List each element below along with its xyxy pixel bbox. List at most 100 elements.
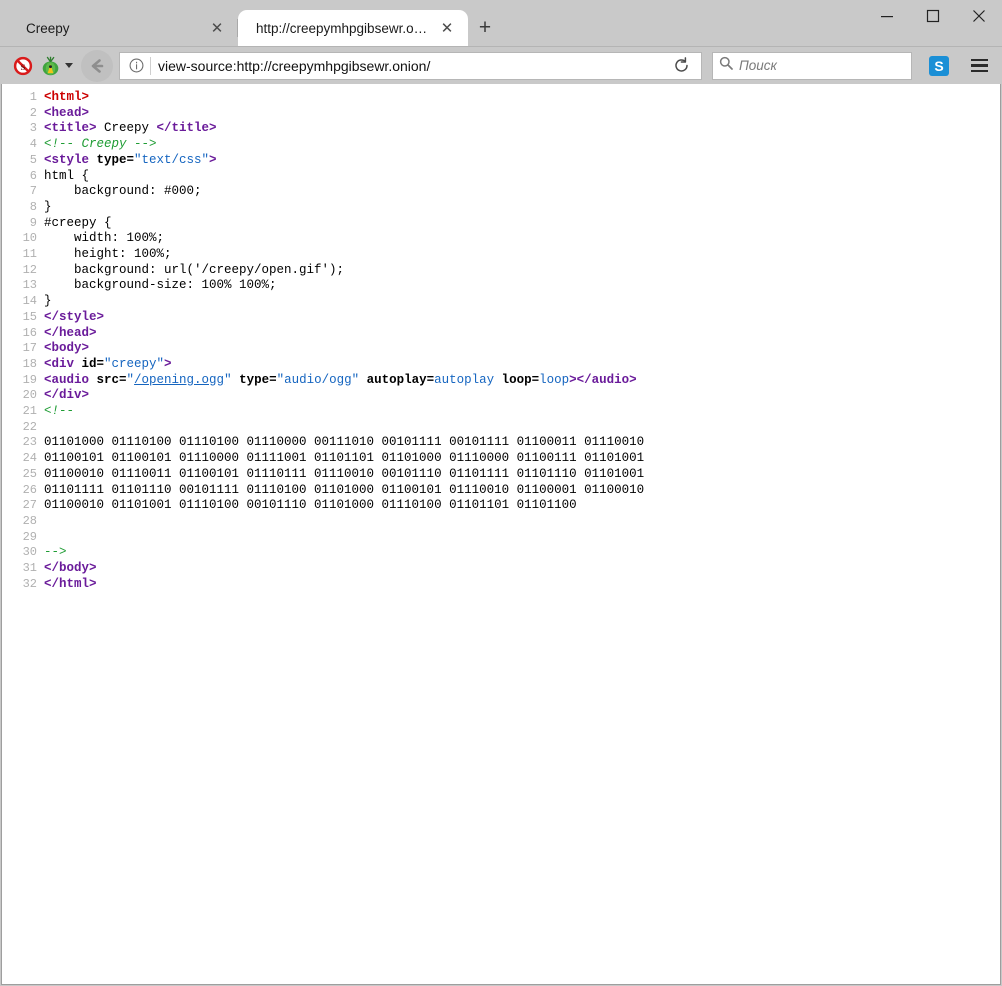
reload-button[interactable] bbox=[667, 52, 695, 80]
info-circle-icon[interactable] bbox=[126, 56, 146, 76]
source-token: " bbox=[224, 373, 232, 387]
skype-button[interactable]: S bbox=[924, 51, 954, 81]
selected-binary-text: 01100101 01100101 01110000 01111001 0110… bbox=[44, 451, 644, 465]
source-code-listing: 1<html>2<head>3<title> Creepy </title>4<… bbox=[2, 84, 1000, 593]
source-link[interactable]: /opening.ogg bbox=[134, 373, 224, 387]
source-token: "text/css" bbox=[134, 153, 209, 167]
line-code: <audio src="/opening.ogg" type="audio/og… bbox=[44, 373, 1000, 389]
tab-close-icon[interactable]: ✕ bbox=[436, 17, 458, 39]
source-line: 1<html> bbox=[2, 90, 1000, 106]
minimize-button[interactable] bbox=[864, 0, 910, 32]
source-token: > bbox=[209, 153, 217, 167]
line-code: 01101000 01110100 01110100 01110000 0011… bbox=[44, 435, 1000, 451]
source-comment: <!-- Creepy --> bbox=[44, 137, 157, 151]
back-button[interactable] bbox=[81, 50, 113, 82]
source-token: id= bbox=[74, 357, 104, 371]
line-code: <style type="text/css"> bbox=[44, 153, 1000, 169]
source-token: type= bbox=[232, 373, 277, 387]
tab-close-icon[interactable]: ✕ bbox=[206, 17, 228, 39]
source-token: loop= bbox=[494, 373, 539, 387]
noscript-icon: S bbox=[13, 56, 33, 76]
address-bar[interactable]: view-source:http://creepymhpgibsewr.onio… bbox=[119, 52, 702, 80]
view-source-pane[interactable]: 1<html>2<head>3<title> Creepy </title>4<… bbox=[1, 84, 1001, 985]
line-code: } bbox=[44, 200, 1000, 216]
line-code: 01101111 01101110 00101111 01110100 0110… bbox=[44, 483, 1000, 499]
menu-button[interactable] bbox=[964, 51, 994, 81]
source-line: 13 background-size: 100% 100%; bbox=[2, 278, 1000, 294]
source-token: </title> bbox=[157, 121, 217, 135]
line-number: 30 bbox=[2, 545, 44, 561]
line-number: 25 bbox=[2, 467, 44, 483]
line-number: 5 bbox=[2, 153, 44, 169]
source-comment: --> bbox=[44, 545, 67, 559]
source-token: " bbox=[127, 373, 135, 387]
line-code: --> bbox=[44, 545, 1000, 561]
search-input[interactable]: Поиск bbox=[739, 58, 777, 73]
line-number: 7 bbox=[2, 184, 44, 200]
line-number: 31 bbox=[2, 561, 44, 577]
chevron-down-icon[interactable] bbox=[65, 63, 73, 68]
tor-onion-button[interactable] bbox=[40, 51, 73, 81]
tab-view-source[interactable]: http://creepymhpgibsewr.oni... ✕ bbox=[238, 10, 468, 46]
source-line: 4<!-- Creepy --> bbox=[2, 137, 1000, 153]
line-number: 10 bbox=[2, 231, 44, 247]
line-number: 28 bbox=[2, 514, 44, 530]
source-line: 18<div id="creepy"> bbox=[2, 357, 1000, 373]
line-code: </body> bbox=[44, 561, 1000, 577]
line-number: 22 bbox=[2, 420, 44, 436]
line-code: </style> bbox=[44, 310, 1000, 326]
close-button[interactable] bbox=[956, 0, 1002, 32]
source-line: 5<style type="text/css"> bbox=[2, 153, 1000, 169]
source-token: <style bbox=[44, 153, 89, 167]
line-number: 16 bbox=[2, 326, 44, 342]
source-token: autoplay= bbox=[359, 373, 434, 387]
maximize-button[interactable] bbox=[910, 0, 956, 32]
source-comment: <!-- bbox=[44, 404, 74, 418]
new-tab-button[interactable]: + bbox=[468, 10, 502, 46]
source-line: 14} bbox=[2, 294, 1000, 310]
source-token: <audio bbox=[44, 373, 89, 387]
line-number: 18 bbox=[2, 357, 44, 373]
line-code: <title> Creepy </title> bbox=[44, 121, 1000, 137]
source-line: 30--> bbox=[2, 545, 1000, 561]
source-line: 11 height: 100%; bbox=[2, 247, 1000, 263]
tab-creepy[interactable]: Creepy ✕ bbox=[8, 10, 238, 46]
source-token: autoplay bbox=[434, 373, 494, 387]
address-bar-divider bbox=[150, 57, 151, 75]
source-token: <title> bbox=[44, 121, 97, 135]
source-token: </style> bbox=[44, 310, 104, 324]
line-number: 1 bbox=[2, 90, 44, 106]
source-token: height: 100%; bbox=[44, 247, 172, 261]
source-line: 17<body> bbox=[2, 341, 1000, 357]
source-line: 21<!-- bbox=[2, 404, 1000, 420]
source-line: 3<title> Creepy </title> bbox=[2, 121, 1000, 137]
line-number: 3 bbox=[2, 121, 44, 137]
line-code: <!-- bbox=[44, 404, 1000, 420]
line-number: 26 bbox=[2, 483, 44, 499]
line-code: background: url('/creepy/open.gif'); bbox=[44, 263, 1000, 279]
source-line: 2501100010 01110011 01100101 01110111 01… bbox=[2, 467, 1000, 483]
line-code: </head> bbox=[44, 326, 1000, 342]
line-code: 01100101 01100101 01110000 01111001 0110… bbox=[44, 451, 1000, 467]
hamburger-menu-icon bbox=[971, 59, 988, 62]
noscript-button[interactable]: S bbox=[8, 51, 38, 81]
minimize-icon bbox=[880, 9, 894, 23]
source-token: background: #000; bbox=[44, 184, 202, 198]
source-line: 8} bbox=[2, 200, 1000, 216]
line-code: #creepy { bbox=[44, 216, 1000, 232]
source-token: Creepy bbox=[97, 121, 157, 135]
source-token: loop bbox=[539, 373, 569, 387]
search-bar[interactable]: Поиск bbox=[712, 52, 912, 80]
line-code: 01100010 01101001 01110100 00101110 0110… bbox=[44, 498, 1000, 514]
source-line: 15</style> bbox=[2, 310, 1000, 326]
line-code: <div id="creepy"> bbox=[44, 357, 1000, 373]
source-line: 9#creepy { bbox=[2, 216, 1000, 232]
selected-binary-text: 01100010 01110011 01100101 01110111 0111… bbox=[44, 467, 644, 481]
maximize-icon bbox=[926, 9, 940, 23]
window-controls bbox=[864, 0, 1002, 32]
line-number: 17 bbox=[2, 341, 44, 357]
line-code: background-size: 100% 100%; bbox=[44, 278, 1000, 294]
line-number: 15 bbox=[2, 310, 44, 326]
source-token: src= bbox=[89, 373, 127, 387]
source-line: 22 bbox=[2, 420, 1000, 436]
